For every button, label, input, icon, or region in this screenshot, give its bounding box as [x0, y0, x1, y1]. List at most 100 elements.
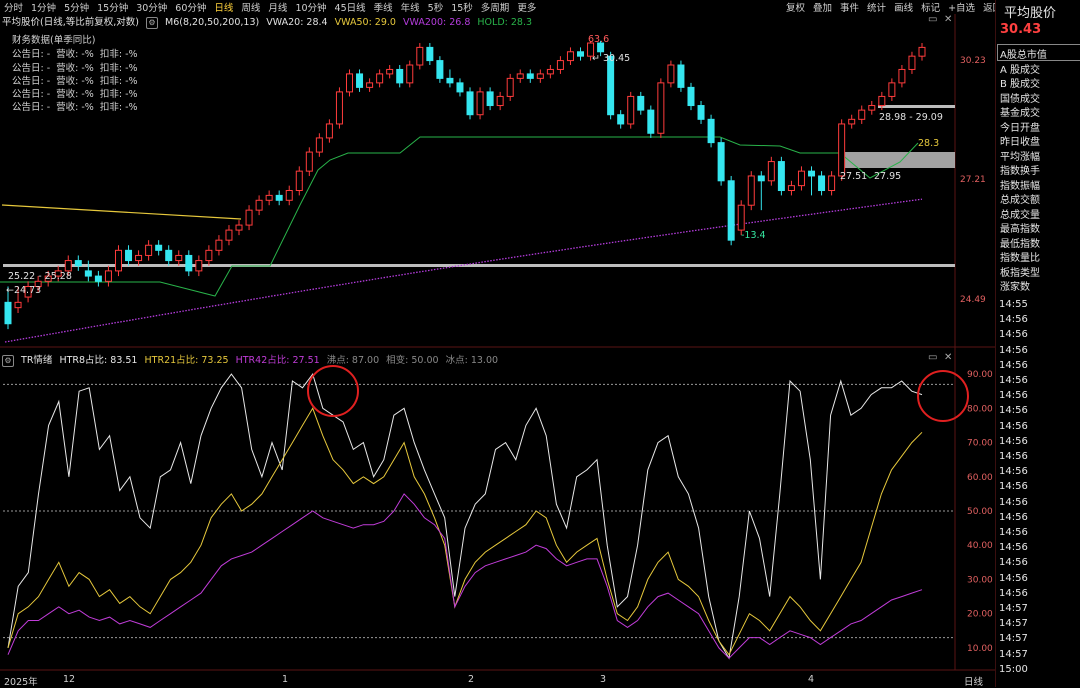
panel-item-1[interactable]: A 股成交 [1000, 61, 1040, 76]
x-label-apr: 4 [808, 674, 815, 685]
candle-body [386, 68, 394, 75]
candle-body [818, 175, 826, 192]
candle-body [265, 194, 273, 201]
trough-label: -13.4 [741, 230, 766, 241]
candle-body [325, 123, 333, 139]
candle-body [436, 60, 444, 79]
candle-body [687, 86, 695, 107]
indicator-tick: 60.00 [967, 473, 993, 483]
panel-item-16[interactable]: 涨家数 [1000, 278, 1030, 293]
candle-body [315, 137, 323, 153]
candle-body [255, 199, 263, 211]
panel-item-7[interactable]: 平均涨幅 [1000, 148, 1040, 163]
panel-item-11[interactable]: 总成交量 [1000, 206, 1040, 221]
x-period-label: 日线 [964, 677, 984, 688]
candle-body [577, 51, 585, 57]
panel-item-6[interactable]: 昨日收盘 [1000, 133, 1040, 148]
candle-body [677, 64, 685, 88]
candle-body [868, 105, 876, 111]
panel-time-13: 14:56 [999, 496, 1028, 508]
candle-body [727, 180, 735, 241]
x-label-feb: 2 [468, 674, 475, 685]
stock-price: 30.43 [1000, 22, 1042, 37]
candle-body [747, 175, 755, 206]
panel-item-15[interactable]: 板指类型 [1000, 264, 1040, 279]
panel-item-5[interactable]: 今日开盘 [1000, 119, 1040, 134]
x-label-dec: 12 [63, 674, 76, 685]
candle-body [808, 170, 816, 177]
candle-body [627, 95, 635, 125]
peak-label: 63.6 [588, 34, 609, 45]
resistance-band [878, 105, 955, 108]
candle-body [114, 249, 122, 272]
candle-body [356, 73, 364, 88]
candle-body [345, 73, 353, 93]
hold-zone [843, 152, 955, 168]
panel-time-11: 14:56 [999, 466, 1028, 478]
right-info-panel: 平均股价 30.43 A股总市值 A 股成交 B 股成交 国债成交 基金成交 今日开盘 昨日… [995, 0, 1080, 687]
panel-item-12[interactable]: 最高指数 [1000, 220, 1040, 235]
candle-body [305, 151, 313, 172]
candle-body [888, 82, 896, 97]
candle-body [516, 73, 524, 79]
htr21-label: HTR21占比: 73.25 [144, 355, 229, 366]
panel-item-3[interactable]: 国债成交 [1000, 90, 1040, 105]
candle-body [104, 270, 112, 282]
panel-item-13[interactable]: 最低指数 [1000, 235, 1040, 250]
panel-item-10[interactable]: 总成交额 [1000, 191, 1040, 206]
panel-time-22: 14:57 [999, 633, 1028, 645]
candle-body [878, 95, 886, 107]
candle-body [556, 60, 564, 70]
hold-value-label: 28.3 [918, 138, 939, 149]
low-label: ←24.73 [6, 285, 41, 296]
panel-time-17: 14:56 [999, 557, 1028, 569]
panel-item-8[interactable]: 指数换手 [1000, 162, 1040, 177]
candle-body [225, 229, 233, 241]
indicator-tick: 80.00 [967, 404, 993, 414]
price-label-2: 27.95 [874, 171, 901, 182]
panel-time-24: 15:00 [999, 663, 1028, 675]
indicator-header: ⚙ TR情绪 HTR8占比: 83.51 HTR21占比: 73.25 HTR4… [2, 352, 502, 367]
panel-time-9: 14:56 [999, 435, 1028, 447]
candle-body [74, 260, 82, 267]
panel-time-19: 14:56 [999, 587, 1028, 599]
panel-time-3: 14:56 [999, 344, 1028, 356]
candle-body [637, 95, 645, 111]
panel-time-0: 14:55 [999, 299, 1028, 310]
candle-body [617, 114, 625, 125]
candle-body [84, 270, 92, 277]
highlight-circle-1 [307, 365, 359, 417]
candle-body [657, 82, 665, 134]
panel-time-5: 14:56 [999, 375, 1028, 386]
panel-time-2: 14:56 [999, 329, 1028, 341]
candle-body [245, 209, 253, 226]
candle-body [406, 64, 414, 84]
candle-body [787, 185, 795, 192]
candle-body [536, 73, 544, 79]
vwa200-line [4, 198, 923, 343]
panel-time-6: 14:56 [999, 390, 1028, 402]
candle-body [396, 68, 404, 84]
chart-canvas[interactable]: 63.6 ↵ 30.45 28.98 - 29.09 25.22 - 25.28 ←24… [0, 0, 995, 687]
zone-bottom-label: 25.22 - 25.28 [8, 271, 72, 282]
panel-item-9[interactable]: 指数振幅 [1000, 177, 1040, 192]
indicator-tick: 30.00 [967, 575, 993, 585]
highlight-circle-2 [917, 370, 969, 422]
candle-body [898, 68, 906, 84]
support-band [3, 264, 955, 267]
stock-name: 平均股价 [1004, 6, 1057, 21]
price-tick-2: 27.21 [960, 175, 986, 185]
candle-body [155, 244, 163, 251]
panel-item-2[interactable]: B 股成交 [1000, 75, 1040, 90]
candle-body [526, 73, 534, 79]
price-label-1: 27.51 [840, 171, 867, 182]
candle-body [858, 109, 866, 120]
panel-time-15: 14:56 [999, 527, 1028, 538]
panel-item-14[interactable]: 指数量比 [1000, 249, 1040, 264]
candle-body [376, 73, 384, 84]
candle-body [175, 254, 183, 262]
panel-item-0[interactable]: A股总市值 [1000, 46, 1047, 61]
panel-item-4[interactable]: 基金成交 [1000, 104, 1040, 119]
indicator-settings-icon[interactable]: ⚙ [2, 354, 14, 367]
candle-body [918, 46, 926, 57]
